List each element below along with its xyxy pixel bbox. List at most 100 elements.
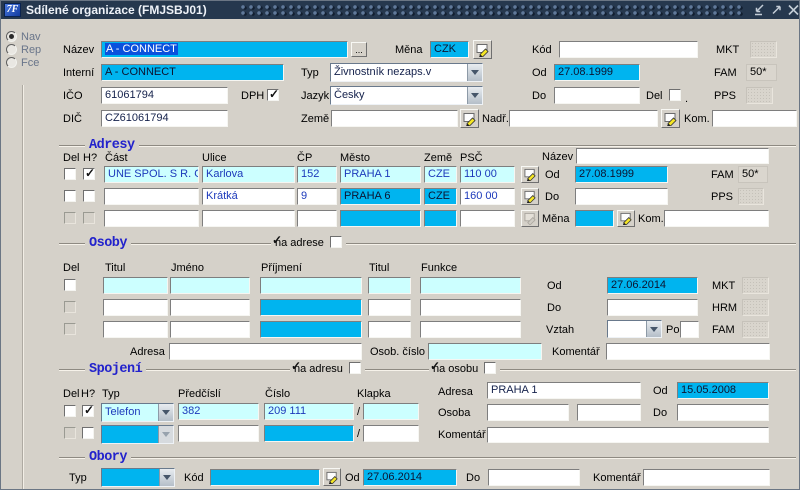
adresy-row2-zeme[interactable]: CZE: [424, 188, 457, 205]
adresy-kom-field[interactable]: [664, 210, 769, 227]
adresy-row1-cast[interactable]: UNE SPOL. S R. O.: [104, 166, 199, 183]
dic-field[interactable]: CZ61061794: [101, 110, 228, 127]
mena-editor-button[interactable]: [473, 40, 492, 59]
adresy-row3-ulice[interactable]: [202, 210, 295, 227]
osoby-row2-titul2[interactable]: [368, 299, 411, 316]
adresy-row1-ulice[interactable]: Karlova: [202, 166, 295, 183]
spojeni-row1-klapka[interactable]: [363, 403, 419, 420]
osoby-row1-del-checkbox[interactable]: [64, 279, 76, 291]
osoby-row3-prijmeni[interactable]: [260, 321, 362, 338]
radio-fce[interactable]: [6, 57, 17, 68]
osoby-row2-funkce[interactable]: [420, 299, 521, 316]
spojeni-row2-klapka[interactable]: [363, 425, 419, 442]
nadr-field[interactable]: [509, 110, 658, 127]
spojeni-row1-del-checkbox[interactable]: [64, 405, 76, 417]
spojeni-row1-typ-dropdown[interactable]: Telefon: [101, 403, 174, 422]
chevron-down-icon[interactable]: [467, 64, 482, 81]
spojeni-do-field[interactable]: [677, 404, 769, 421]
title-bar[interactable]: 7F Sdílené organizace (FMJSBJ01): [1, 1, 800, 19]
osoby-row2-prijmeni[interactable]: [260, 299, 362, 316]
chevron-down-icon[interactable]: [158, 426, 173, 443]
osoby-row2-jmeno[interactable]: [170, 299, 250, 316]
dph-checkbox[interactable]: [267, 89, 279, 101]
adresy-row3-psc[interactable]: [460, 210, 515, 227]
osoby-row1-titul2[interactable]: [368, 277, 411, 294]
osoby-komentar-field[interactable]: [606, 343, 770, 360]
spojeni-komentar-field[interactable]: [487, 427, 769, 443]
obory-komentar-field[interactable]: [643, 469, 770, 486]
adresy-row2-psc[interactable]: 160 00: [460, 188, 515, 205]
chevron-down-icon[interactable]: [158, 404, 173, 421]
zeme-field[interactable]: [331, 110, 458, 127]
del-checkbox[interactable]: [669, 89, 681, 101]
osoby-row2-titul[interactable]: [103, 299, 168, 316]
adresy-kom-editor-button[interactable]: [617, 210, 635, 227]
adresy-row3-zeme[interactable]: [424, 210, 457, 227]
osoby-row1-titul[interactable]: [103, 277, 168, 294]
adresy-row3-cp[interactable]: [297, 210, 337, 227]
restore-down-icon[interactable]: [752, 4, 766, 16]
adresy-nazev-field[interactable]: [576, 148, 769, 164]
spojeni-row2-typ-dropdown[interactable]: [101, 425, 174, 444]
adresy-row1-del-checkbox[interactable]: [64, 168, 76, 180]
adresy-row1-h-checkbox[interactable]: [83, 168, 95, 180]
radio-rep[interactable]: [6, 44, 17, 55]
spojeni-row1-h-checkbox[interactable]: [82, 405, 94, 417]
adresy-row1-editor-button[interactable]: [521, 166, 539, 183]
kom-editor-button[interactable]: [661, 109, 680, 128]
obory-typ-dropdown[interactable]: [101, 468, 175, 487]
obory-kod-field[interactable]: [210, 469, 320, 486]
vztah-dropdown[interactable]: [607, 320, 662, 338]
obory-kod-editor-button[interactable]: [323, 468, 341, 486]
adresy-row2-mesto[interactable]: PRAHA 6: [340, 188, 421, 205]
interni-field[interactable]: A - CONNECT: [101, 64, 284, 81]
adresy-row3-mesto[interactable]: [340, 210, 421, 227]
po-field[interactable]: [680, 321, 699, 338]
spojeni-row2-cislo[interactable]: [264, 425, 354, 442]
do-field[interactable]: [554, 87, 640, 104]
chevron-down-icon[interactable]: [159, 469, 174, 486]
chevron-down-icon[interactable]: [467, 87, 482, 104]
osoby-od-field[interactable]: 27.06.2014: [607, 277, 698, 294]
spojeni-row2-h-checkbox[interactable]: [82, 427, 94, 439]
kom-field[interactable]: [712, 110, 797, 127]
adresy-row1-zeme[interactable]: CZE: [424, 166, 457, 183]
close-icon[interactable]: [786, 4, 800, 16]
osoby-row3-funkce[interactable]: [420, 321, 521, 338]
obory-do-field[interactable]: [488, 469, 580, 486]
adresy-row1-psc[interactable]: 110 00: [460, 166, 515, 183]
mena-field[interactable]: CZK: [430, 41, 469, 58]
chevron-down-icon[interactable]: [646, 321, 661, 337]
spojeni-row1-predcisli[interactable]: 382: [178, 403, 259, 420]
adresy-od-field[interactable]: 27.08.1999: [575, 166, 668, 183]
od-field[interactable]: 27.08.1999: [554, 64, 640, 81]
obory-od-field[interactable]: 27.06.2014: [363, 469, 457, 486]
osoby-row3-titul2[interactable]: [368, 321, 411, 338]
radio-nav[interactable]: [6, 31, 17, 42]
typ-dropdown[interactable]: Živnostník nezaps.v: [330, 63, 483, 82]
adresy-row2-h-checkbox[interactable]: [83, 190, 95, 202]
adresy-row2-ulice[interactable]: Krátká: [202, 188, 295, 205]
osoby-row1-funkce[interactable]: [420, 277, 521, 294]
nazev-lov-button[interactable]: ...: [351, 42, 367, 57]
adresy-row2-editor-button[interactable]: [521, 188, 539, 205]
nadr-editor-button[interactable]: [460, 109, 479, 128]
osoby-do-field[interactable]: [607, 299, 698, 316]
osoby-row1-prijmeni[interactable]: [260, 277, 362, 294]
adresy-row1-cp[interactable]: 152: [297, 166, 337, 183]
na-adresu-checkbox[interactable]: [349, 362, 361, 374]
spojeni-osoba-field1[interactable]: [487, 404, 569, 421]
osoby-adresa-field[interactable]: [169, 343, 362, 360]
adresy-row2-cp[interactable]: 9: [297, 188, 337, 205]
adresy-mena-field[interactable]: [575, 210, 614, 227]
maximize-icon[interactable]: [769, 4, 783, 16]
spojeni-row2-predcisli[interactable]: [178, 425, 259, 442]
osoby-row3-titul[interactable]: [103, 321, 168, 338]
spojeni-adresa-field[interactable]: PRAHA 1: [487, 382, 641, 399]
adresy-row3-cast[interactable]: [104, 210, 199, 227]
na-adrese-checkbox[interactable]: [330, 236, 342, 248]
spojeni-row1-cislo[interactable]: 209 111: [264, 403, 354, 420]
kod-field[interactable]: [559, 41, 698, 58]
adresy-do-field[interactable]: [575, 188, 668, 205]
na-osobu-checkbox[interactable]: [484, 362, 496, 374]
